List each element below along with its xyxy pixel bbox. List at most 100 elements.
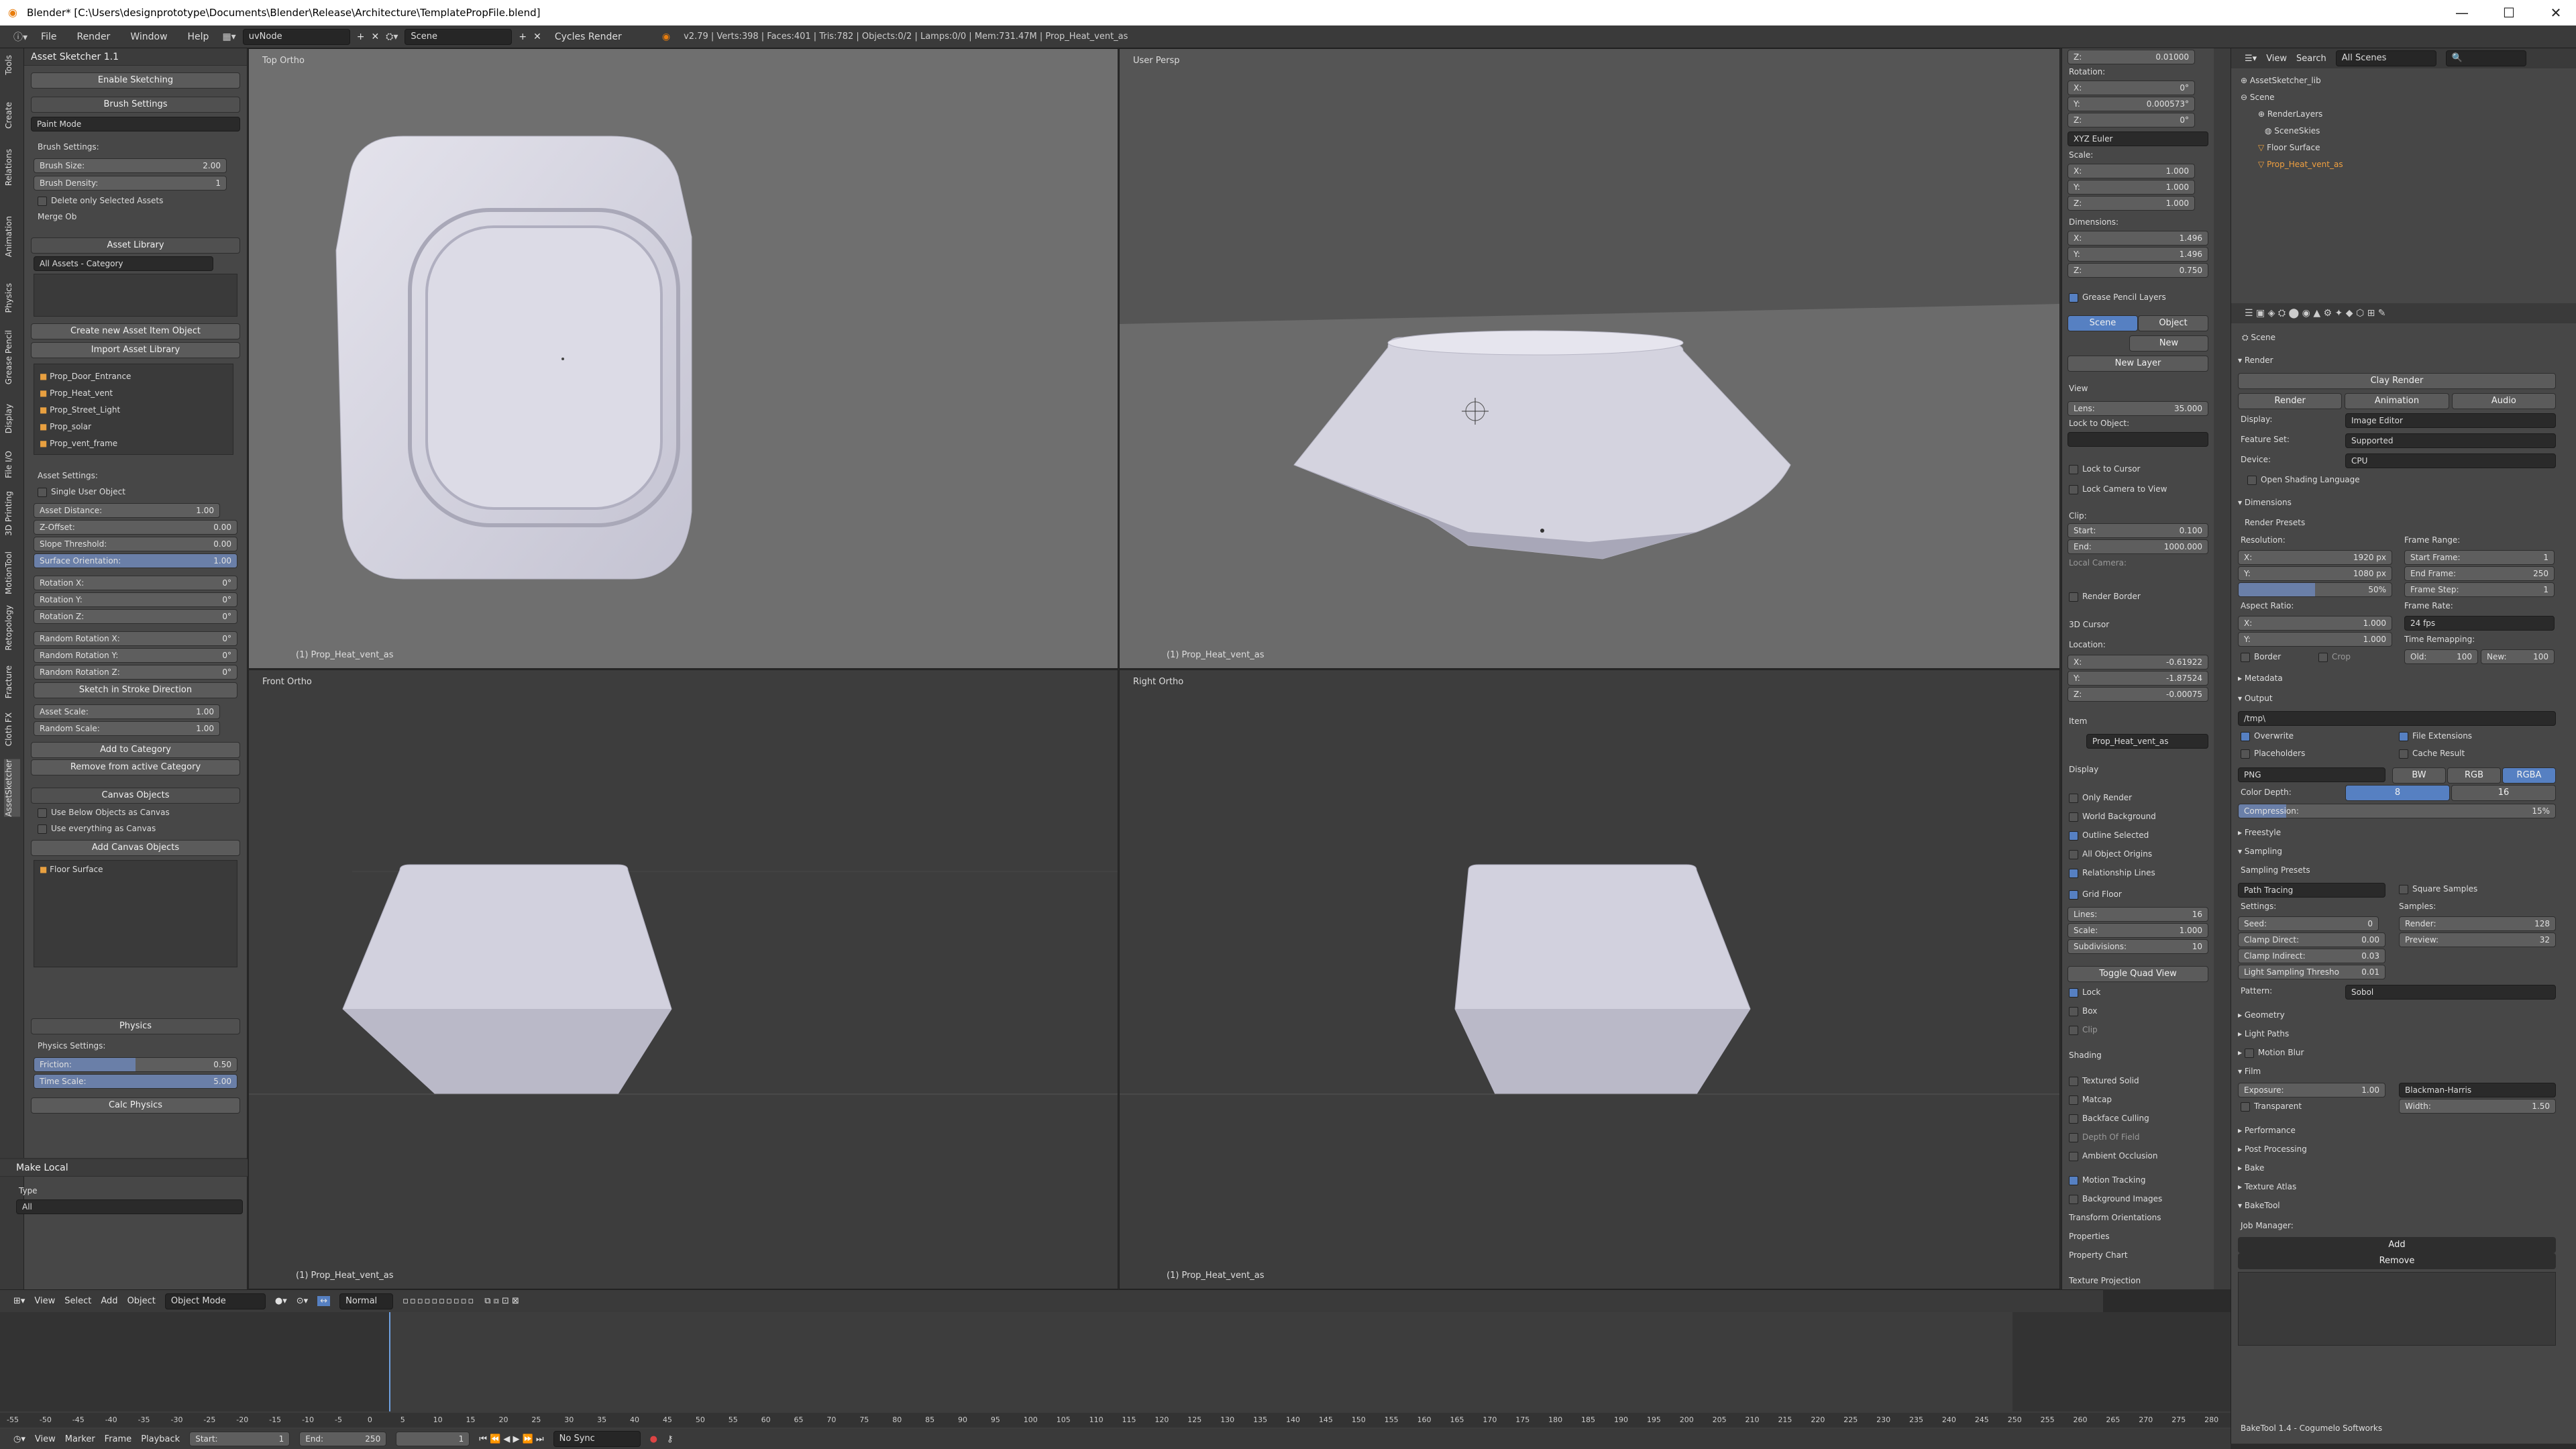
audio-button[interactable]: Audio bbox=[2451, 393, 2556, 409]
manipulator-icon[interactable]: ↔ bbox=[317, 1296, 331, 1306]
remove-category-button[interactable]: Remove from active Category bbox=[31, 759, 240, 775]
filter-width-field[interactable]: Width: 1.50 bbox=[2399, 1099, 2556, 1114]
display-header[interactable]: Display bbox=[2062, 765, 2214, 774]
depth-16-button[interactable]: 16 bbox=[2451, 785, 2556, 801]
new-layer-button[interactable]: New Layer bbox=[2068, 356, 2208, 372]
scene-field[interactable]: Scene bbox=[405, 28, 513, 45]
mode-select[interactable]: Object Mode bbox=[164, 1293, 266, 1309]
compression-field[interactable]: Compression: 15% bbox=[2238, 804, 2556, 818]
clamp-indirect-field[interactable]: Clamp Indirect: 0.03 bbox=[2238, 949, 2385, 963]
grid-scale-field[interactable]: Scale: 1.000 bbox=[2068, 923, 2208, 938]
pivot-icon[interactable]: ⊙▾ bbox=[297, 1296, 308, 1306]
menu-render[interactable]: Render bbox=[70, 32, 117, 42]
outliner-item-sceneskies[interactable]: ◍ SceneSkies bbox=[2241, 123, 2576, 140]
cursor-x-field[interactable]: X: -0.61922 bbox=[2068, 655, 2208, 669]
viewport-top[interactable]: Top Ortho (1) Prop_Heat_vent_as bbox=[248, 48, 1118, 669]
clip-end-field[interactable]: End: 1000.000 bbox=[2068, 539, 2208, 554]
use-below-checkbox[interactable]: Use Below Objects as Canvas bbox=[24, 808, 247, 818]
start-frame-input[interactable]: Start: 1 bbox=[189, 1432, 290, 1446]
close-button[interactable]: ✕ bbox=[2536, 0, 2576, 25]
device-select[interactable]: CPU bbox=[2345, 453, 2556, 468]
tab-file-io[interactable]: File I/O bbox=[4, 451, 20, 478]
shading-header[interactable]: Shading bbox=[2062, 1051, 2214, 1060]
tab-cloth-fx[interactable]: Cloth FX bbox=[4, 712, 20, 746]
view-menu[interactable]: View bbox=[34, 1296, 55, 1306]
add-scene-icon[interactable]: + bbox=[519, 32, 527, 42]
crop-checkbox[interactable]: Crop bbox=[2318, 652, 2576, 662]
preview-samples-field[interactable]: Preview: 32 bbox=[2399, 932, 2556, 947]
render-engine-select[interactable]: Cycles Render bbox=[548, 32, 655, 42]
outliner-search-input[interactable]: 🔍 bbox=[2445, 50, 2526, 66]
tab-animation[interactable]: Animation bbox=[4, 216, 20, 257]
surface-orientation-field[interactable]: Surface Orientation: 1.00 bbox=[34, 553, 237, 568]
calc-physics-button[interactable]: Calc Physics bbox=[31, 1097, 240, 1114]
properties-tabs[interactable]: ☰ ▣ ◈ ⛭ ⬤ ◉ ▲ ⚙ ✦ ◆ ⬡ ⊞ ✎ bbox=[2231, 303, 2576, 323]
aspect-x-field[interactable]: X: 1.000 bbox=[2238, 616, 2392, 631]
baketool-header[interactable]: ▾ BakeTool bbox=[2231, 1201, 2576, 1210]
tab-retopology[interactable]: Retopology bbox=[4, 605, 20, 651]
bw-button[interactable]: BW bbox=[2392, 767, 2446, 784]
asset-category-select[interactable]: All Assets - Category bbox=[34, 256, 213, 271]
outliner-search-menu[interactable]: Search bbox=[2296, 54, 2326, 64]
clip-start-field[interactable]: Start: 0.100 bbox=[2068, 523, 2208, 538]
shading-icon[interactable]: ●▾ bbox=[275, 1296, 287, 1306]
backface-culling-checkbox[interactable]: Backface Culling bbox=[2062, 1114, 2214, 1124]
seed-field[interactable]: Seed: 0 bbox=[2238, 916, 2379, 931]
info-editor-icon[interactable]: ⓘ▾ bbox=[13, 30, 28, 44]
res-percent-field[interactable]: 50% bbox=[2238, 582, 2392, 597]
editor-type-icon[interactable]: ⊞▾ bbox=[13, 1296, 25, 1306]
timeline-view-menu[interactable]: View bbox=[35, 1434, 56, 1444]
physics-header[interactable]: Physics bbox=[31, 1018, 240, 1034]
make-local-header[interactable]: Make Local bbox=[0, 1159, 248, 1177]
layout-field[interactable]: uvNode bbox=[242, 28, 350, 45]
add-canvas-button[interactable]: Add Canvas Objects bbox=[31, 840, 240, 856]
orientation-select[interactable]: Normal bbox=[339, 1293, 394, 1309]
dim-x-field[interactable]: X: 1.496 bbox=[2068, 231, 2208, 246]
outliner-display-select[interactable]: All Scenes bbox=[2335, 50, 2436, 66]
remove-scene-icon[interactable]: ✕ bbox=[533, 32, 541, 42]
outliner-item-scene[interactable]: ⊖ Scene bbox=[2241, 89, 2576, 106]
end-frame-field[interactable]: End Frame: 250 bbox=[2404, 566, 2555, 581]
start-frame-field[interactable]: Start Frame: 1 bbox=[2404, 550, 2555, 565]
list-item[interactable]: ■ Prop_solar bbox=[40, 419, 227, 435]
render-samples-field[interactable]: Render: 128 bbox=[2399, 916, 2556, 931]
record-icon[interactable]: ● bbox=[650, 1434, 657, 1444]
layout-icon[interactable]: ▦▾ bbox=[222, 32, 235, 42]
tab-assetsketcher[interactable]: AssetSketcher bbox=[4, 759, 20, 817]
location-z-field[interactable]: Z: 0.01000 bbox=[2068, 50, 2195, 64]
grid-subdiv-field[interactable]: Subdivisions: 10 bbox=[2068, 939, 2208, 954]
paint-mode-select[interactable]: Paint Mode bbox=[31, 117, 240, 131]
add-job-button[interactable]: Add bbox=[2238, 1237, 2556, 1253]
render-button[interactable]: Render bbox=[2238, 393, 2343, 409]
grid-floor-checkbox[interactable]: Grid Floor bbox=[2062, 890, 2214, 900]
property-chart-header[interactable]: Property Chart bbox=[2062, 1250, 2214, 1260]
clay-render-button[interactable]: Clay Render bbox=[2238, 373, 2556, 389]
feature-set-select[interactable]: Supported bbox=[2345, 433, 2556, 448]
background-images-header[interactable]: Background Images bbox=[2062, 1194, 2214, 1204]
view-header[interactable]: View bbox=[2062, 384, 2214, 393]
outliner-item-lib[interactable]: ⊕ AssetSketcher_lib bbox=[2241, 72, 2576, 89]
viewport-right[interactable]: Right Ortho (1) Prop_Heat_vent_as bbox=[1119, 669, 2060, 1289]
render-border-checkbox[interactable]: Render Border bbox=[2062, 592, 2214, 602]
dof-checkbox[interactable]: Depth Of Field bbox=[2062, 1132, 2214, 1142]
viewport-front[interactable]: Front Ortho (1) Prop_Heat_vent_as bbox=[248, 669, 1118, 1289]
asset-distance-field[interactable]: Asset Distance: 1.00 bbox=[34, 503, 220, 518]
filter-select[interactable]: Blackman-Harris bbox=[2399, 1083, 2556, 1097]
lock-object-field[interactable] bbox=[2068, 432, 2208, 447]
z-offset-field[interactable]: Z-Offset: 0.00 bbox=[34, 520, 237, 535]
tab-physics[interactable]: Physics bbox=[4, 283, 20, 313]
list-item[interactable]: ■ Prop_Street_Light bbox=[40, 402, 227, 419]
use-everything-checkbox[interactable]: Use everything as Canvas bbox=[24, 824, 247, 834]
canvas-list[interactable]: ■ Floor Surface bbox=[34, 860, 237, 967]
render-header[interactable]: ▾ Render bbox=[2231, 356, 2576, 365]
tab-grease-pencil[interactable]: Grease Pencil bbox=[4, 330, 20, 384]
box-checkbox[interactable]: Box bbox=[2062, 1006, 2214, 1016]
all-origins-checkbox[interactable]: All Object Origins bbox=[2062, 849, 2214, 859]
res-y-field[interactable]: Y: 1080 px bbox=[2238, 566, 2392, 581]
slope-threshold-field[interactable]: Slope Threshold: 0.00 bbox=[34, 537, 237, 551]
cursor-z-field[interactable]: Z: -0.00075 bbox=[2068, 687, 2208, 702]
metadata-header[interactable]: ▸ Metadata bbox=[2231, 674, 2576, 683]
gp-object-tab[interactable]: Object bbox=[2138, 315, 2208, 331]
motion-blur-header[interactable]: ▸ Motion Blur bbox=[2231, 1048, 2576, 1058]
clip-checkbox[interactable]: Clip bbox=[2062, 1025, 2214, 1035]
